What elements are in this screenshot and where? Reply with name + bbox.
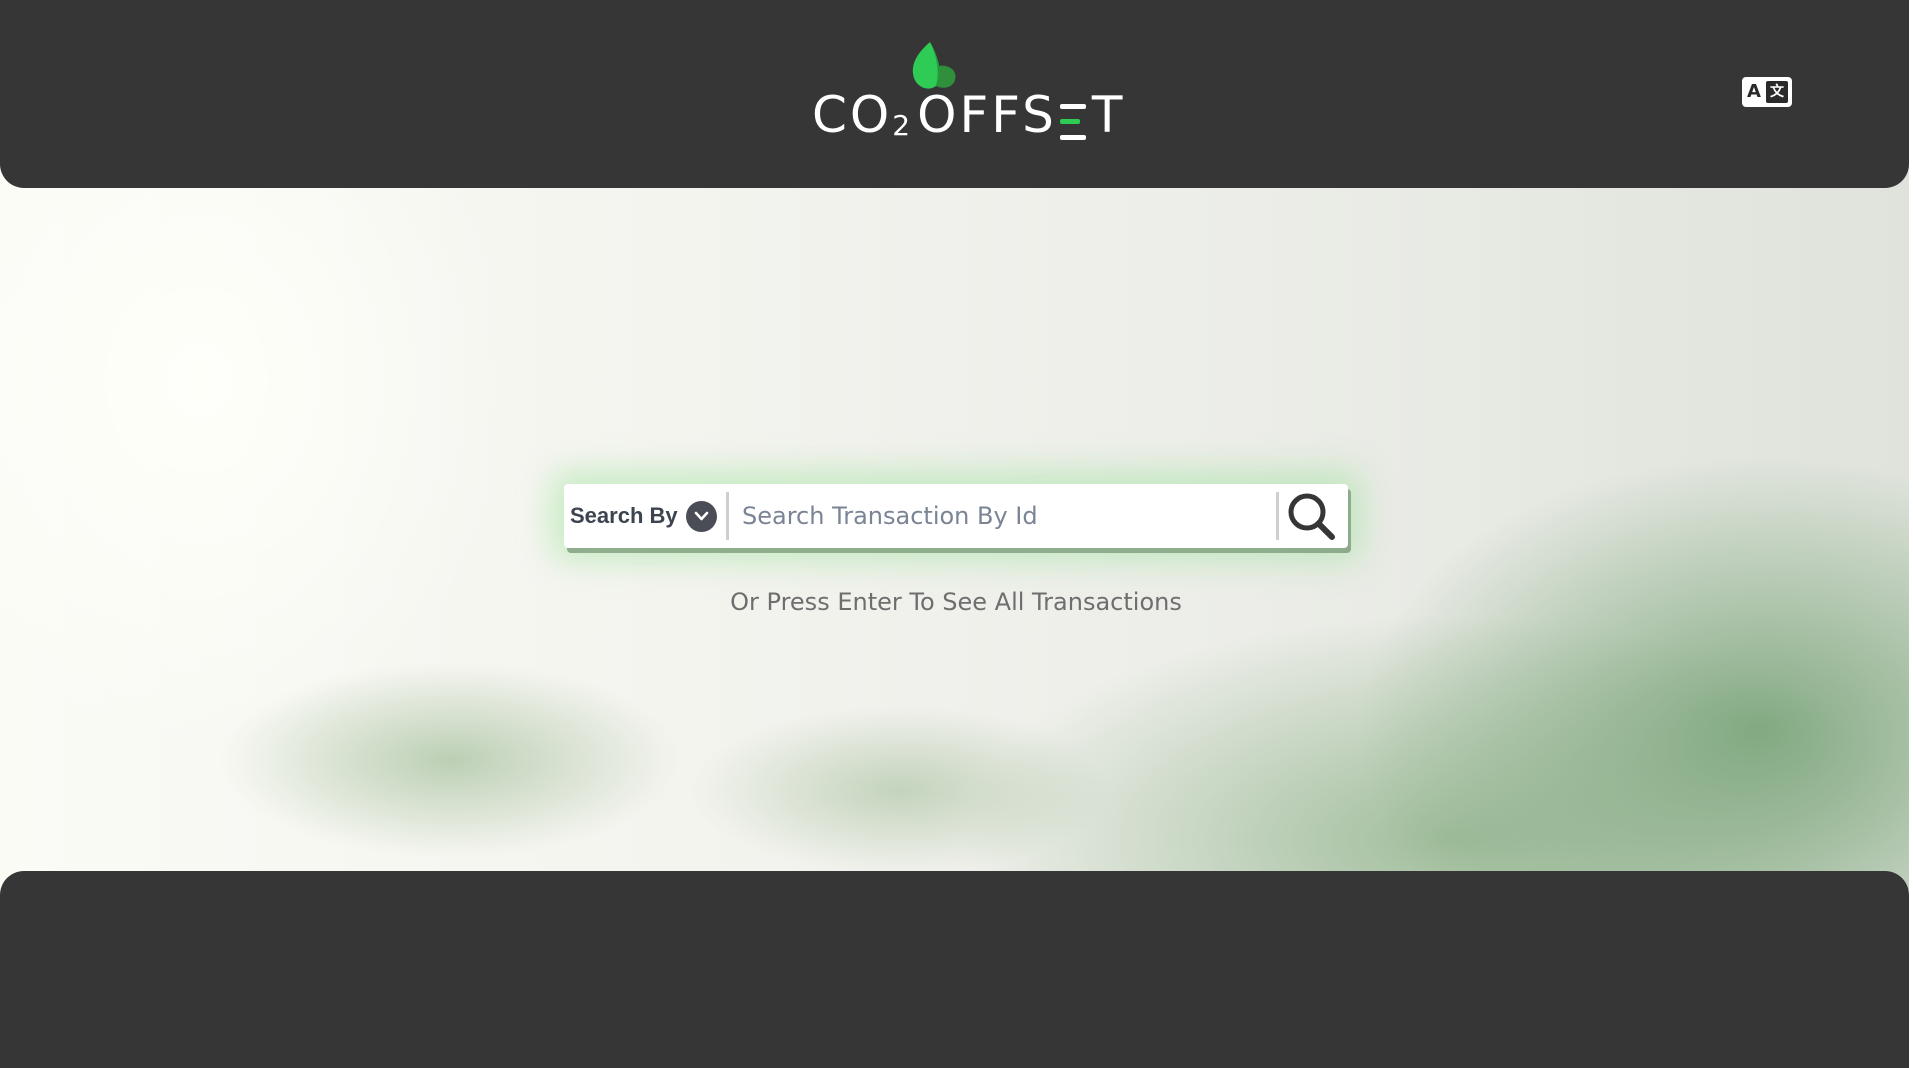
site-header: CO 2 OFFS T A 文: [0, 0, 1909, 188]
search-by-dropdown[interactable]: Search By: [570, 484, 717, 548]
logo-text-subscript: 2: [892, 109, 914, 142]
chevron-down-icon[interactable]: [685, 500, 717, 532]
logo-wordmark: CO 2 OFFS T: [812, 90, 1125, 140]
search-divider: [1276, 492, 1279, 540]
translate-icon-b: 文: [1766, 81, 1788, 103]
search-by-label: Search By: [570, 503, 678, 528]
search-divider: [726, 492, 729, 540]
search-input[interactable]: [736, 492, 1336, 540]
logo[interactable]: CO 2 OFFS T: [812, 40, 1122, 144]
logo-text-t: T: [1091, 86, 1126, 144]
logo-e-glyph: [1059, 104, 1086, 140]
language-button[interactable]: A 文: [1742, 77, 1792, 107]
search-hint: Or Press Enter To See All Transactions: [730, 588, 1182, 616]
site-footer: [0, 871, 1909, 1068]
search-icon[interactable]: [1282, 488, 1342, 544]
search-button[interactable]: [1282, 488, 1342, 544]
page: Search By Or Press Enter To See All Tran…: [0, 0, 1913, 1068]
scrollbar[interactable]: [1909, 0, 1913, 1068]
logo-text-co: CO: [812, 86, 893, 144]
translate-icon-a: A: [1747, 81, 1761, 102]
search-bar: Search By: [564, 484, 1348, 548]
logo-text-offs: OFFS: [917, 86, 1057, 144]
